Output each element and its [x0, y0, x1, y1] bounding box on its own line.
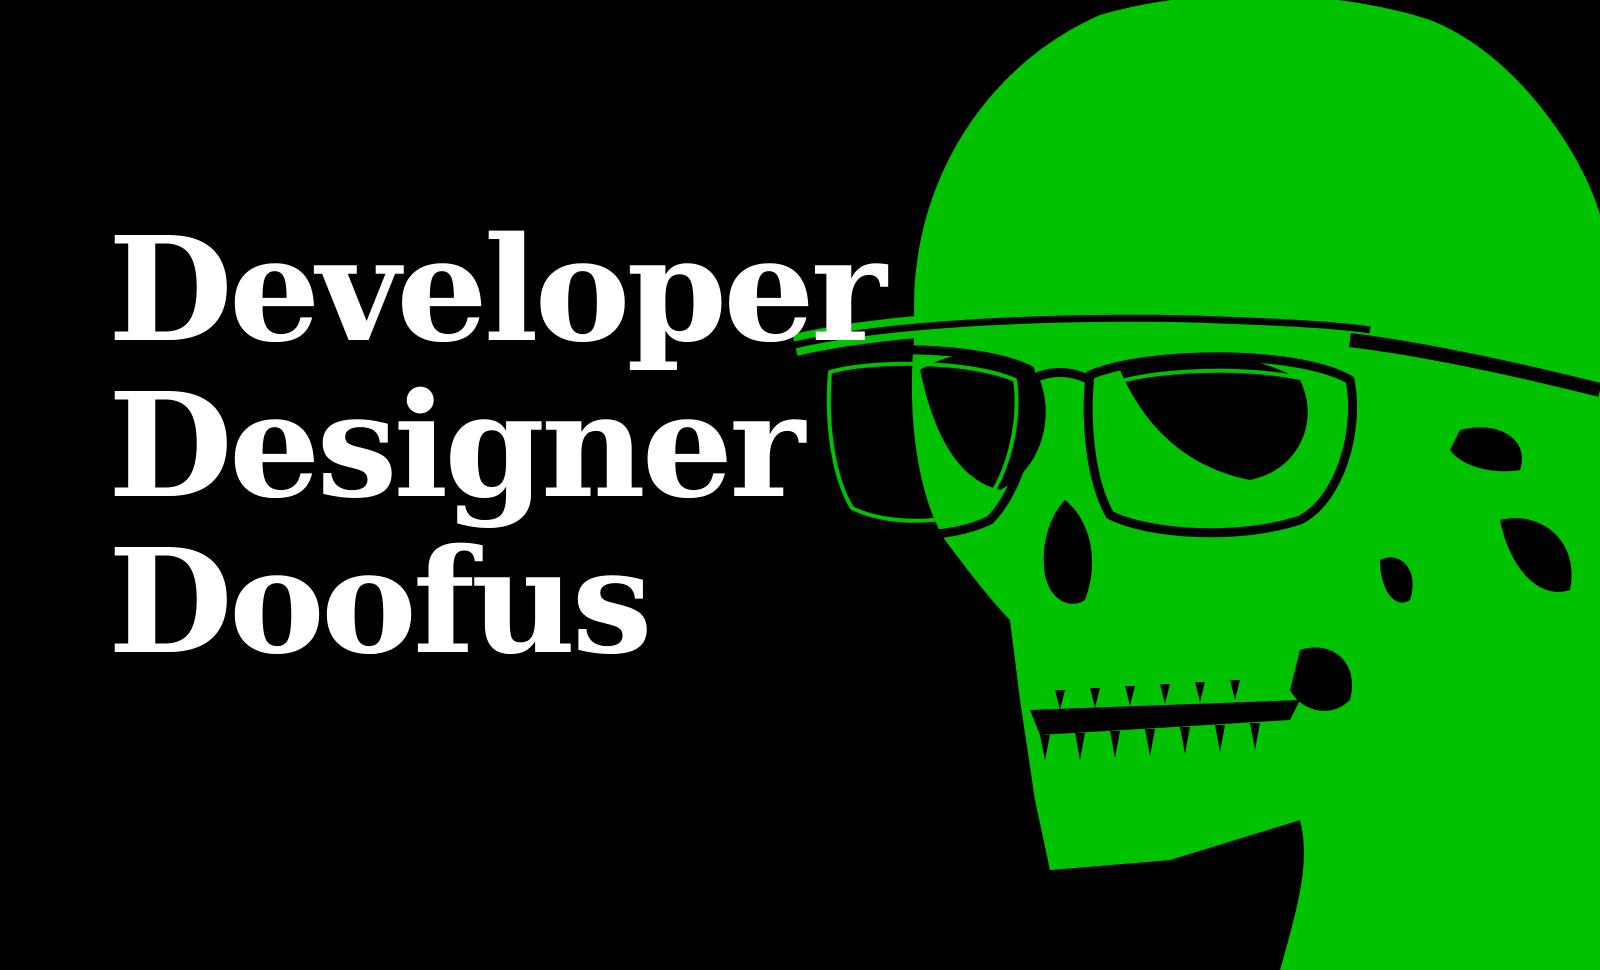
hero-banner: Developer Designer Doofus — [0, 0, 1600, 970]
headline-line-developer: Developer — [108, 205, 887, 374]
headline-line-doofus: Doofus — [108, 517, 653, 686]
headline: Developer Designer Doofus — [108, 205, 887, 686]
headline-line-designer: Designer — [108, 361, 805, 530]
